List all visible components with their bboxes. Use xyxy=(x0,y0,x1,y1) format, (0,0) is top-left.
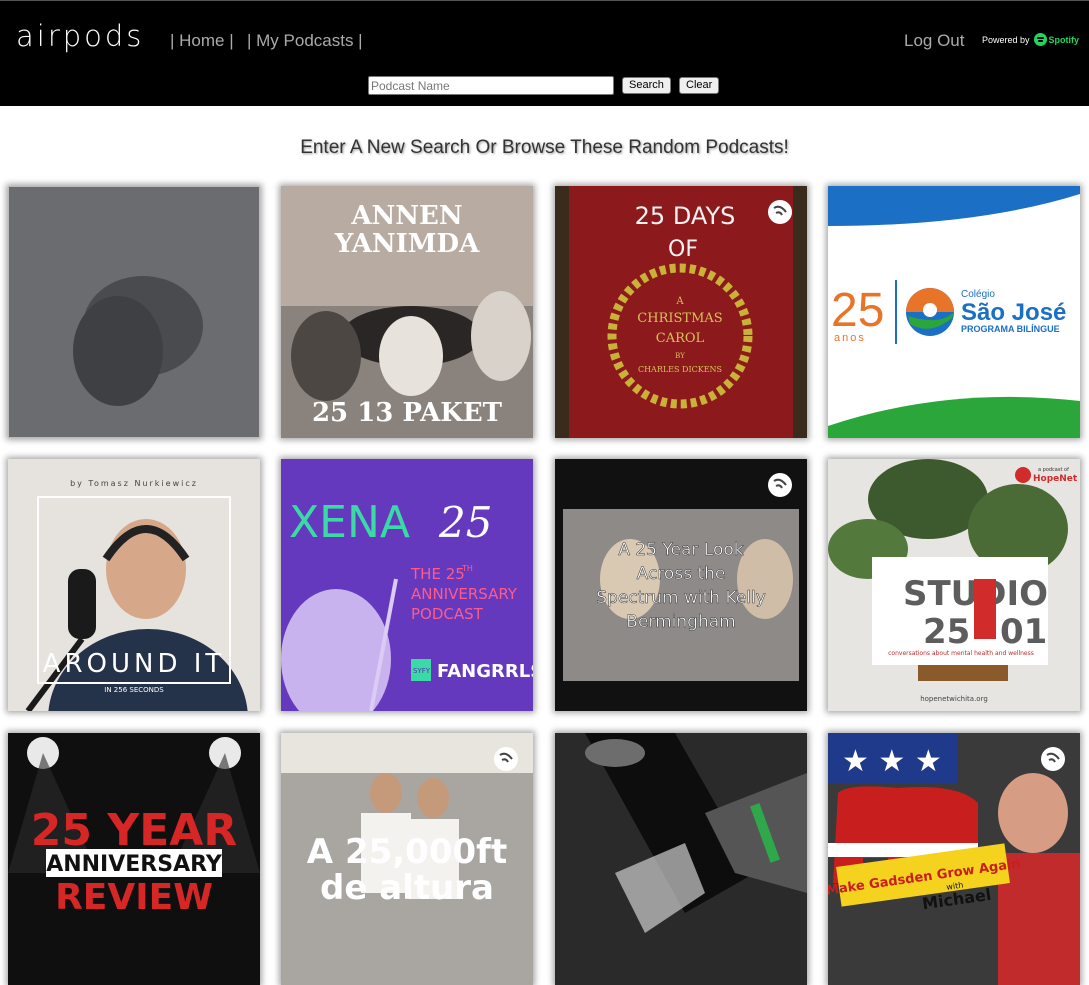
cover-text: de altura xyxy=(320,868,494,908)
cover-text: HopeNet xyxy=(1033,474,1078,484)
cover-text: ANNIVERSARY xyxy=(411,585,518,603)
podcast-cover: a podcast of HopeNet STUDIO 25 01 conver… xyxy=(828,459,1080,711)
cover-text: a podcast of xyxy=(1038,467,1069,473)
cover-text: THE 25 xyxy=(410,565,465,583)
podcast-search-input[interactable] xyxy=(368,76,614,95)
cover-text: PROGRAMA BILÍNGUE xyxy=(961,324,1060,334)
cover-text: TH xyxy=(461,564,473,573)
cover-text: REVIEW xyxy=(55,877,213,918)
cover-text: São José xyxy=(961,299,1066,326)
cover-text: 25 YEAR xyxy=(31,805,237,856)
cover-text: 25 xyxy=(438,498,492,547)
podcast-card[interactable]: a podcast of HopeNet STUDIO 25 01 conver… xyxy=(828,459,1080,711)
cover-text: ANNIVERSARY xyxy=(46,852,223,877)
podcast-cover: 25 YEAR ANNIVERSARY REVIEW xyxy=(8,733,260,985)
cover-text: IN 256 SECONDS xyxy=(104,686,164,694)
podcast-card[interactable]: A 25 Year Look Across the Spectrum with … xyxy=(555,459,807,711)
cover-text: 01 xyxy=(1000,612,1047,652)
podcast-cover xyxy=(8,186,260,438)
podcast-card[interactable]: ★ ★ ★ Make Gadsden Grow Again with Micha… xyxy=(828,733,1080,985)
powered-by-spotify: Powered by Spotify xyxy=(982,33,1079,46)
podcast-card[interactable]: 25 YEAR ANNIVERSARY REVIEW xyxy=(8,733,260,985)
podcast-cover: A 25 Year Look Across the Spectrum with … xyxy=(555,459,807,711)
cover-text: PODCAST xyxy=(411,605,484,623)
podcast-card[interactable]: by Tomasz Nurkiewicz AROUND IT IN 256 SE… xyxy=(8,459,260,711)
top-navbar: airpods | Home | | My Podcasts | Log Out… xyxy=(0,0,1089,106)
cover-text: Spectrum with Kelly xyxy=(596,588,766,608)
cover-text: YANIMDA xyxy=(334,229,480,259)
podcast-cover: 25 DAYS OF A CHRISTMAS CAROL BY CHARLES … xyxy=(555,186,807,438)
cover-text: hopenetwichita.org xyxy=(920,695,988,703)
app-logo[interactable]: airpods xyxy=(16,19,144,53)
clear-button[interactable]: Clear xyxy=(679,77,720,94)
cover-text: AROUND IT xyxy=(43,649,226,679)
podcast-card[interactable]: 25 anos Colégio São José PROGRAMA BILÍNG… xyxy=(828,186,1080,438)
cover-text: conversations about mental health and we… xyxy=(888,650,1034,657)
cover-text: 25 xyxy=(923,612,970,652)
cover-text: BY xyxy=(675,352,685,360)
podcast-card[interactable] xyxy=(8,186,260,438)
page-heading: Enter A New Search Or Browse These Rando… xyxy=(300,137,789,158)
cover-text: FANGRRLS xyxy=(437,661,533,682)
cover-text: A 25,000ft xyxy=(307,832,507,872)
podcast-card[interactable]: XENA 25 THE 25 TH ANNIVERSARY PODCAST SY… xyxy=(281,459,533,711)
podcast-card[interactable]: ANNEN YANIMDA 25 13 PAKET xyxy=(281,186,533,438)
cover-text: Across the xyxy=(637,564,726,584)
nav-home-link[interactable]: | Home | xyxy=(170,31,234,51)
cover-text: anos xyxy=(834,332,866,344)
podcast-card[interactable] xyxy=(555,733,807,985)
spotify-wordmark: Spotify xyxy=(1048,34,1080,45)
cover-text: Bermingham xyxy=(626,612,735,632)
cover-text: A 25 Year Look xyxy=(618,540,743,560)
cover-text: CAROL xyxy=(656,331,705,346)
svg-text:★ ★ ★: ★ ★ ★ xyxy=(842,744,942,779)
podcast-cover: ★ ★ ★ Make Gadsden Grow Again with Micha… xyxy=(828,733,1080,985)
podcast-card[interactable]: 25 DAYS OF A CHRISTMAS CAROL BY CHARLES … xyxy=(555,186,807,438)
cover-text: CHRISTMAS xyxy=(637,311,722,326)
podcast-card[interactable]: A 25,000ft de altura xyxy=(281,733,533,985)
podcast-cover: XENA 25 THE 25 TH ANNIVERSARY PODCAST SY… xyxy=(281,459,533,711)
cover-text: by Tomasz Nurkiewicz xyxy=(70,479,198,488)
podcast-cover: A 25,000ft de altura xyxy=(281,733,533,985)
podcast-cover xyxy=(555,733,807,985)
spotify-logo: Spotify xyxy=(1033,33,1080,46)
cover-text: ANNEN xyxy=(350,201,462,231)
search-button[interactable]: Search xyxy=(622,77,671,94)
podcast-cover: 25 anos Colégio São José PROGRAMA BILÍNG… xyxy=(828,186,1080,438)
cover-text: XENA xyxy=(289,497,410,548)
podcast-cover: ANNEN YANIMDA 25 13 PAKET xyxy=(281,186,533,438)
cover-text: 25 DAYS xyxy=(635,202,736,230)
cover-text: CHARLES DICKENS xyxy=(638,365,722,374)
cover-text: SYFY xyxy=(413,667,431,675)
logout-link[interactable]: Log Out xyxy=(904,31,965,51)
cover-text: 25 13 PAKET xyxy=(312,398,503,428)
cover-text: A xyxy=(675,296,684,307)
cover-text: OF xyxy=(668,237,698,262)
powered-by-label: Powered by xyxy=(982,34,1030,45)
cover-text: 25 xyxy=(831,284,884,337)
nav-my-podcasts-link[interactable]: | My Podcasts | xyxy=(247,31,363,51)
podcast-cover: by Tomasz Nurkiewicz AROUND IT IN 256 SE… xyxy=(8,459,260,711)
spotify-icon xyxy=(1033,33,1047,46)
